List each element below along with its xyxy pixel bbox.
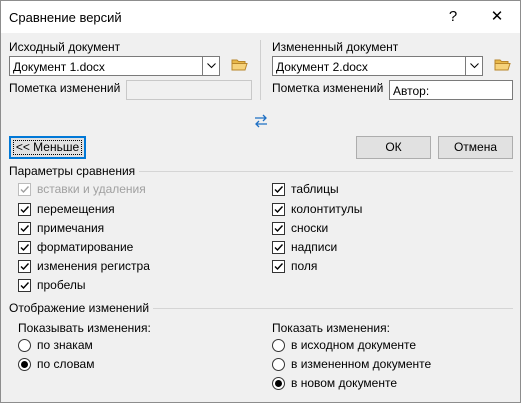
checkbox-box — [272, 182, 285, 196]
checkbox-box — [272, 221, 285, 235]
checkbox-moves[interactable]: перемещения — [18, 201, 115, 217]
cancel-button[interactable]: Отмена — [438, 136, 513, 159]
checkbox-headers-footers[interactable]: колонтитулы — [272, 201, 362, 217]
radio-circle — [272, 357, 285, 371]
checkbox-comments[interactable]: примечания — [18, 220, 104, 236]
checkbox-box — [272, 202, 285, 216]
close-button[interactable]: ✕ — [477, 1, 517, 33]
revised-document-combo[interactable]: Документ 2.docx — [272, 56, 483, 76]
radio-circle — [272, 376, 285, 390]
comparison-settings-title: Параметры сравнения — [9, 164, 140, 178]
show-changes-at-label: Показывать изменения: — [18, 321, 151, 335]
radio-character-level[interactable]: по знакам — [18, 337, 93, 353]
revised-document-value: Документ 2.docx — [276, 60, 368, 74]
original-document-value: Документ 1.docx — [13, 60, 105, 74]
radio-revised-document[interactable]: в измененном документе — [272, 356, 431, 372]
checkbox-label: надписи — [291, 240, 338, 254]
show-changes-title: Отображение изменений — [9, 301, 154, 315]
radio-label: по знакам — [37, 338, 93, 352]
checkbox-label: примечания — [37, 221, 105, 235]
checkbox-footnotes[interactable]: сноски — [272, 220, 328, 236]
checkbox-box — [18, 221, 31, 235]
original-changes-field — [126, 80, 252, 100]
checkbox-textboxes[interactable]: надписи — [272, 239, 337, 255]
checkbox-label: поля — [291, 259, 318, 273]
ok-button[interactable]: ОК — [356, 136, 431, 159]
checkbox-box — [18, 278, 31, 292]
revised-document-label: Измененный документ — [272, 40, 399, 54]
checkbox-tables[interactable]: таблицы — [272, 181, 339, 197]
checkbox-box — [18, 202, 31, 216]
checkbox-box — [18, 259, 31, 273]
chevron-down-icon[interactable] — [202, 57, 219, 75]
checkbox-box — [272, 259, 285, 273]
radio-label: в измененном документе — [291, 357, 432, 371]
column-divider — [260, 40, 261, 100]
checkbox-case-changes[interactable]: изменения регистра — [18, 258, 150, 274]
checkbox-label: изменения регистра — [37, 259, 150, 273]
original-document-label: Исходный документ — [9, 40, 121, 54]
compare-versions-dialog: Сравнение версий ? ✕ Исходный документ Д… — [0, 0, 521, 403]
dialog-title: Сравнение версий — [9, 10, 122, 25]
checkbox-label: сноски — [291, 221, 329, 235]
show-changes-in-label: Показать изменения: — [272, 321, 390, 335]
checkbox-box — [272, 240, 285, 254]
checkbox-formatting[interactable]: форматирование — [18, 239, 133, 255]
radio-circle — [272, 338, 285, 352]
help-button[interactable]: ? — [433, 1, 473, 33]
radio-label: в новом документе — [291, 376, 398, 390]
checkbox-label: форматирование — [37, 240, 134, 254]
folder-icon[interactable] — [494, 58, 511, 72]
original-changes-label: Пометка изменений — [9, 81, 121, 95]
less-button[interactable]: << Меньше — [9, 136, 86, 159]
radio-circle — [18, 338, 31, 352]
checkbox-label: вставки и удаления — [37, 182, 146, 196]
swap-documents-icon[interactable] — [253, 114, 269, 128]
revised-changes-label: Пометка изменений — [272, 81, 384, 95]
radio-label: по словам — [37, 357, 95, 371]
checkbox-label: таблицы — [291, 182, 339, 196]
radio-new-document[interactable]: в новом документе — [272, 375, 397, 391]
checkbox-label: пробелы — [37, 278, 86, 292]
radio-label: в исходном документе — [291, 338, 417, 352]
revised-changes-field[interactable]: Автор: — [389, 80, 513, 100]
checkbox-box — [18, 182, 31, 196]
checkbox-insertions-deletions[interactable]: вставки и удаления — [18, 181, 146, 197]
checkbox-white-space[interactable]: пробелы — [18, 277, 86, 293]
folder-icon[interactable] — [231, 58, 248, 72]
original-document-combo[interactable]: Документ 1.docx — [9, 56, 220, 76]
checkbox-fields[interactable]: поля — [272, 258, 317, 274]
revised-changes-value: Автор: — [393, 84, 430, 98]
radio-circle — [18, 357, 31, 371]
radio-word-level[interactable]: по словам — [18, 356, 94, 372]
checkbox-box — [18, 240, 31, 254]
title-bar: Сравнение версий ? ✕ — [1, 1, 520, 33]
chevron-down-icon[interactable] — [465, 57, 482, 75]
radio-original-document[interactable]: в исходном документе — [272, 337, 416, 353]
checkbox-label: колонтитулы — [291, 202, 363, 216]
checkbox-label: перемещения — [37, 202, 115, 216]
